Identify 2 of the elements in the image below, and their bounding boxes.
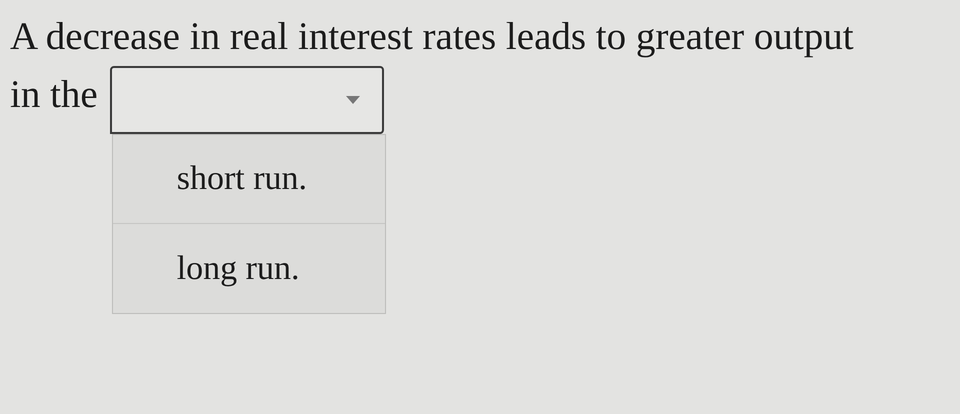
question-text: in the — [10, 72, 98, 118]
question-text: A decrease in real interest rates leads to greater output — [10, 14, 854, 60]
